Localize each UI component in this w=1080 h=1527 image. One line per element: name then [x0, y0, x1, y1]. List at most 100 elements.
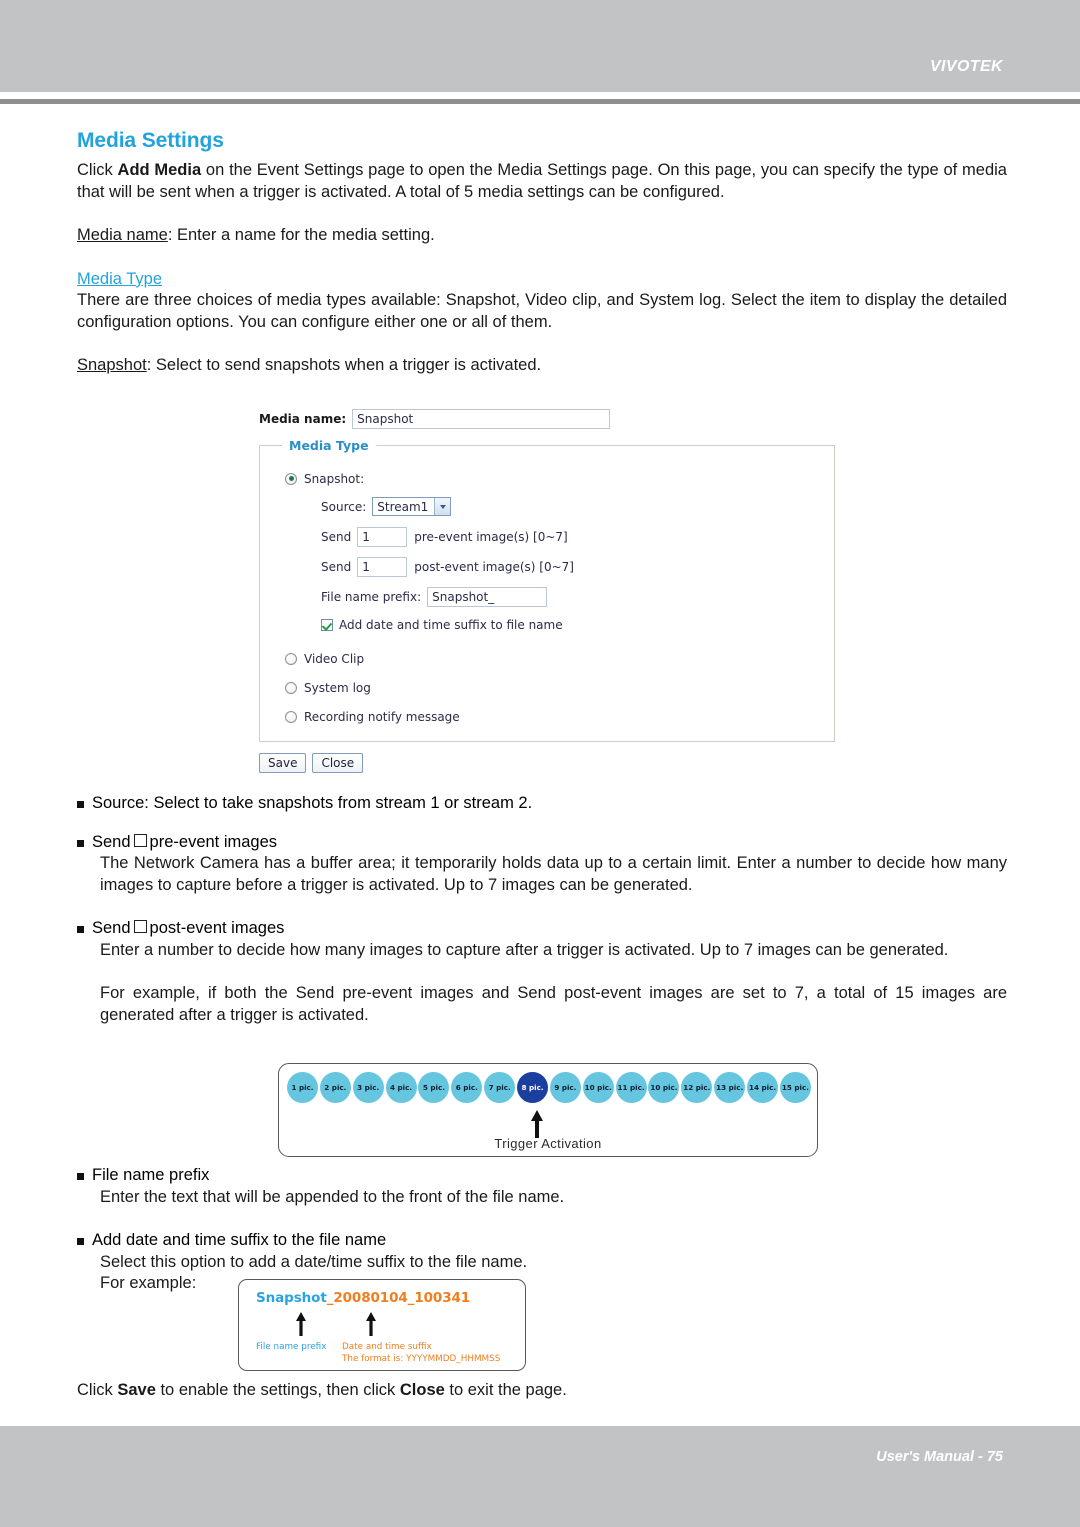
example-filename-suffix: _20080104_100341 [326, 1290, 471, 1306]
bullet-send-pre-event-body: The Network Camera has a buffer area; it… [100, 854, 1007, 894]
bullet-send-pre-event: Send pre-event images [77, 832, 1007, 854]
page-header-bar: VIVOTEK [0, 0, 1080, 92]
checkbox-add-datetime-suffix-icon[interactable] [321, 619, 333, 631]
bullet-send-post-event: Send post-event images [77, 918, 1007, 940]
source-label: Source: [321, 499, 367, 514]
picture-bubble: 14 pic. [747, 1072, 779, 1103]
bullet-send-post-event-heading: Send post-event images [92, 918, 1007, 940]
radio-option-snapshot[interactable]: Snapshot: [285, 470, 834, 487]
send-pre-event-hint: pre-event image(s) [0~7] [414, 529, 568, 544]
file-name-prefix-row: File name prefix: Snapshot_ [321, 586, 834, 607]
snapshot-term-rest: : Select to send snapshots when a trigge… [146, 356, 542, 375]
add-datetime-suffix-label: Add date and time suffix to file name [339, 618, 563, 632]
header-divider-rule [0, 99, 1080, 104]
picture-bubble: 5 pic. [418, 1072, 450, 1103]
pre-event-images-word: pre-event images [149, 832, 278, 851]
send-pre-word: Send [92, 832, 131, 851]
bullet-send-pre-event-heading: Send pre-event images [92, 832, 1007, 854]
form-button-row: Save Close [259, 753, 844, 773]
bullet-file-name-prefix: File name prefix [77, 1165, 1007, 1187]
picture-bubble: 1 pic. [287, 1072, 318, 1103]
media-settings-form-screenshot: Media name: Snapshot Media Type Snapshot… [259, 408, 844, 773]
picture-bubble: 6 pic. [451, 1072, 483, 1103]
media-type-legend: Media Type [289, 438, 369, 453]
add-datetime-suffix-row[interactable]: Add date and time suffix to file name [321, 617, 834, 633]
media-type-subheading: Media Type [77, 269, 162, 288]
inline-empty-box-icon [133, 833, 147, 847]
bullet-add-datetime-suffix-heading: Add date and time suffix to the file nam… [92, 1231, 387, 1249]
intro-bold-add-media: Add Media [117, 161, 202, 180]
send-pre-event-label: Send [321, 529, 352, 544]
trigger-activation-caption: Trigger Activation [494, 1136, 602, 1151]
bullet-file-name-prefix-body: Enter the text that will be appended to … [100, 1187, 565, 1206]
radio-snapshot-label: Snapshot: [304, 471, 365, 486]
snapshot-term: Snapshot [77, 356, 147, 375]
radio-option-recording-notify[interactable]: Recording notify message [285, 708, 834, 725]
picture-bubble: 3 pic. [352, 1072, 384, 1103]
media-name-definition: Media name: Enter a name for the media s… [77, 225, 1007, 247]
bullet-add-datetime-suffix: Add date and time suffix to the file nam… [77, 1230, 1007, 1252]
send-post-event-label: Send [321, 559, 352, 574]
radio-video-clip-label: Video Clip [304, 651, 365, 666]
bullet-source: Source: Select to take snapshots from st… [77, 793, 1007, 815]
send-post-word: Send [92, 919, 131, 937]
example-suffix-caption-line2: The format is: YYYYMMDD_HHMMSS [342, 1353, 501, 1364]
file-name-prefix-label: File name prefix: [321, 589, 422, 604]
file-name-prefix-input[interactable]: Snapshot_ [427, 586, 548, 607]
radio-recording-notify-icon[interactable] [285, 710, 297, 723]
closing-bold-save: Save [117, 1381, 156, 1399]
picture-bubble-row: 1 pic. 2 pic. 3 pic. 4 pic. 5 pic. 6 pic. 7 pi… [287, 1072, 811, 1103]
page-footer-bar: User's Manual - 75 [0, 1426, 1080, 1527]
example-filename: Snapshot_20080104_100341 [256, 1290, 470, 1306]
post-event-images-word: post-event images [149, 919, 285, 937]
save-button[interactable]: Save [259, 753, 307, 773]
intro-paragraph: Click Add Media on the Event Settings pa… [77, 161, 1007, 201]
send-pre-event-row: Send 1 pre-event image(s) [0~7] [321, 526, 834, 547]
media-name-row: Media name: Snapshot [259, 408, 844, 430]
bullet-square-icon [77, 1173, 84, 1180]
media-name-input[interactable]: Snapshot [352, 409, 611, 429]
send-post-event-row: Send 1 post-event image(s) [0~7] [321, 556, 834, 577]
closing-line-wrap: Click Save to enable the settings, then … [77, 1380, 1007, 1402]
picture-bubble: 12 pic. [681, 1072, 713, 1103]
picture-bubble: 4 pic. [385, 1072, 417, 1103]
bullet-square-icon [77, 839, 84, 847]
example-filename-prefix: Snapshot [256, 1290, 327, 1306]
picture-bubble: 10 pic. [582, 1072, 614, 1103]
bullet-list-lower: File name prefix Enter the text that wil… [77, 1165, 1007, 1295]
bullet-list-upper: Source: Select to take snapshots from st… [77, 793, 1007, 1026]
media-name-term-rest: : Enter a name for the media setting. [167, 226, 435, 245]
picture-bubble: 13 pic. [714, 1072, 746, 1103]
page-title: Media Settings [77, 129, 224, 152]
suffix-arrow-icon [366, 1312, 376, 1336]
close-button[interactable]: Close [312, 753, 364, 773]
send-post-event-input[interactable]: 1 [357, 556, 408, 577]
radio-snapshot-icon[interactable] [285, 472, 297, 485]
bullet-file-name-prefix-heading: File name prefix [92, 1166, 210, 1184]
document-content: Media Settings Click Add Media on the Ev… [77, 128, 1007, 377]
bullet-square-icon [77, 926, 84, 933]
footer-page-label: User's Manual - 75 [876, 1449, 1003, 1465]
radio-system-log-label: System log [304, 680, 371, 695]
radio-system-log-icon[interactable] [285, 681, 297, 694]
example-suffix-caption: Date and time suffix The format is: YYYY… [342, 1342, 500, 1365]
source-select-value: Stream1 [377, 499, 429, 514]
send-pre-event-input[interactable]: 1 [357, 526, 408, 547]
send-post-event-hint: post-event image(s) [0~7] [414, 559, 574, 574]
picture-bubble-trigger: 8 pic. [517, 1072, 549, 1103]
media-name-label: Media name: [259, 412, 347, 426]
picture-bubble: 10 pic. [648, 1072, 680, 1103]
trigger-arrow-icon [531, 1110, 543, 1138]
bullet-square-icon [77, 801, 84, 808]
closing-bold-close: Close [399, 1381, 445, 1399]
radio-video-clip-icon[interactable] [285, 652, 297, 665]
inline-empty-box-icon [133, 920, 147, 933]
radio-option-video-clip[interactable]: Video Clip [285, 650, 834, 667]
media-type-description: There are three choices of media types a… [77, 291, 1007, 331]
chevron-down-icon[interactable] [434, 498, 451, 515]
source-select[interactable]: Stream1 [372, 497, 452, 516]
send-post-event-example: For example, if both the Send pre-event … [100, 984, 1007, 1024]
radio-option-system-log[interactable]: System log [285, 679, 834, 696]
for-example-label: For example: [100, 1274, 197, 1292]
picture-bubble: 2 pic. [319, 1072, 351, 1103]
